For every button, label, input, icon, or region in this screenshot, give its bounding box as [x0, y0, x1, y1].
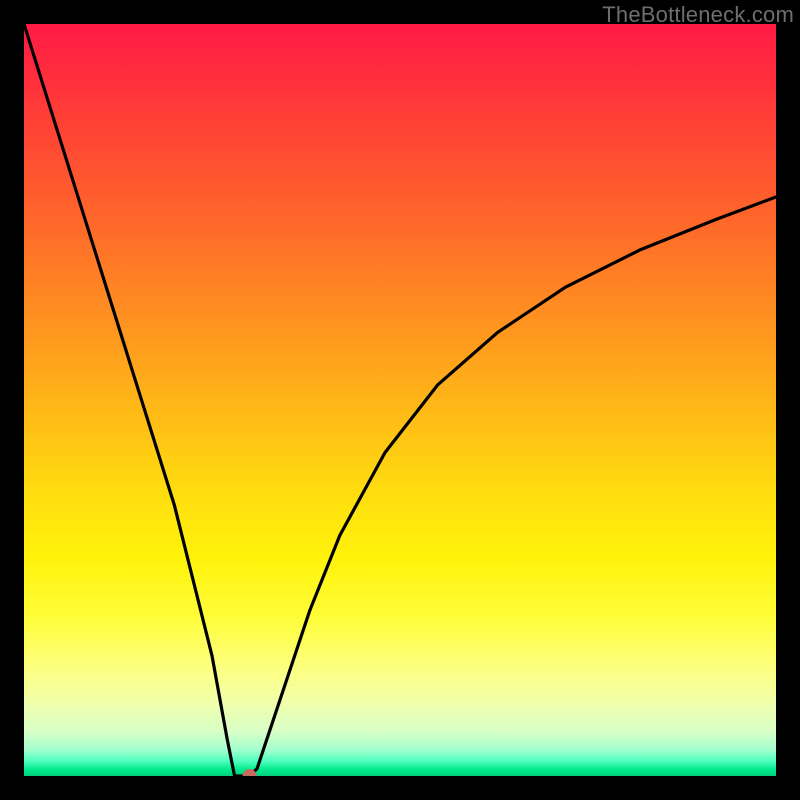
chart-frame	[24, 24, 776, 776]
bottleneck-curve	[24, 24, 776, 776]
curve-path	[24, 24, 776, 776]
plot-area	[24, 24, 776, 776]
watermark-label: TheBottleneck.com	[602, 2, 794, 28]
